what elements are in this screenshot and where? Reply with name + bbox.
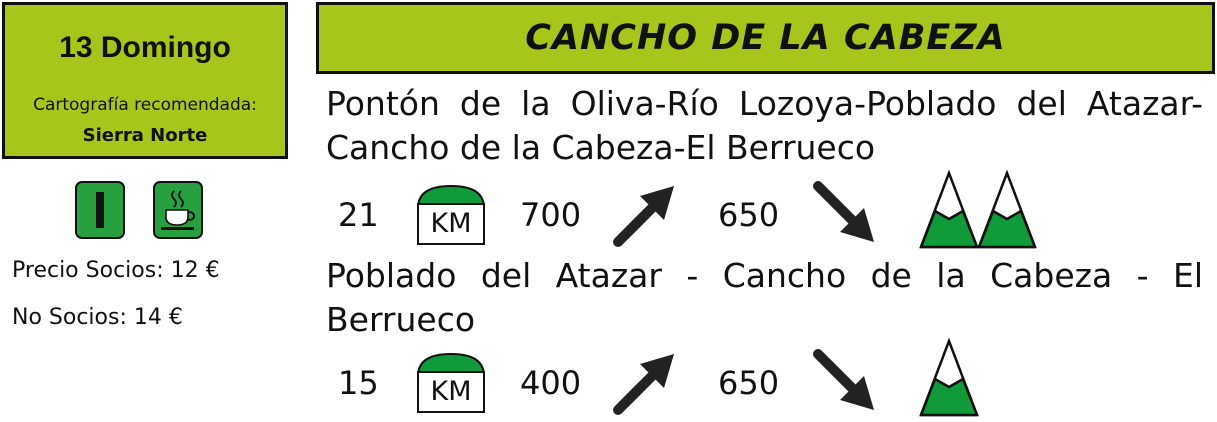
route-1-ascent: 700 [520,196,582,234]
difficulty-level-1-icon [75,181,125,239]
arrow-down-right-icon [810,178,882,250]
arrow-up-right-icon [610,346,682,418]
mountain-icon [918,169,980,250]
arrow-up-right-icon [610,178,682,250]
cartography-label: Cartografía recomendada: [33,95,257,115]
arrow-down-right-icon [810,346,882,418]
km-icon: KM [416,184,486,246]
mountain-icon [976,169,1038,250]
price-members: Precio Socios: 12 € [12,258,220,283]
title-box: CANCHO DE LA CABEZA [316,2,1215,74]
route-2-descent: 650 [718,364,780,402]
route-1-distance: 21 [338,196,379,234]
route-2-ascent: 400 [520,364,582,402]
route-2-description: Poblado del Atazar - Cancho de la Cabeza… [326,256,1203,339]
km-icon: KM [416,352,486,414]
route-2-distance: 15 [338,364,379,402]
date-box: 13 Domingo Cartografía recomendada: Sier… [2,2,288,159]
cartography-value: Sierra Norte [82,125,208,146]
date-title: 13 Domingo [59,31,231,64]
km-label: KM [430,376,472,407]
route-1-description: Pontón de la Oliva-Río Lozoya-Poblado de… [326,84,1203,167]
coffee-cup-icon [153,181,203,239]
route-1-descent: 650 [718,196,780,234]
km-label: KM [430,208,472,239]
page-title: CANCHO DE LA CABEZA [525,18,1006,58]
price-non-members: No Socios: 14 € [12,305,183,330]
mountain-icon [918,337,980,418]
